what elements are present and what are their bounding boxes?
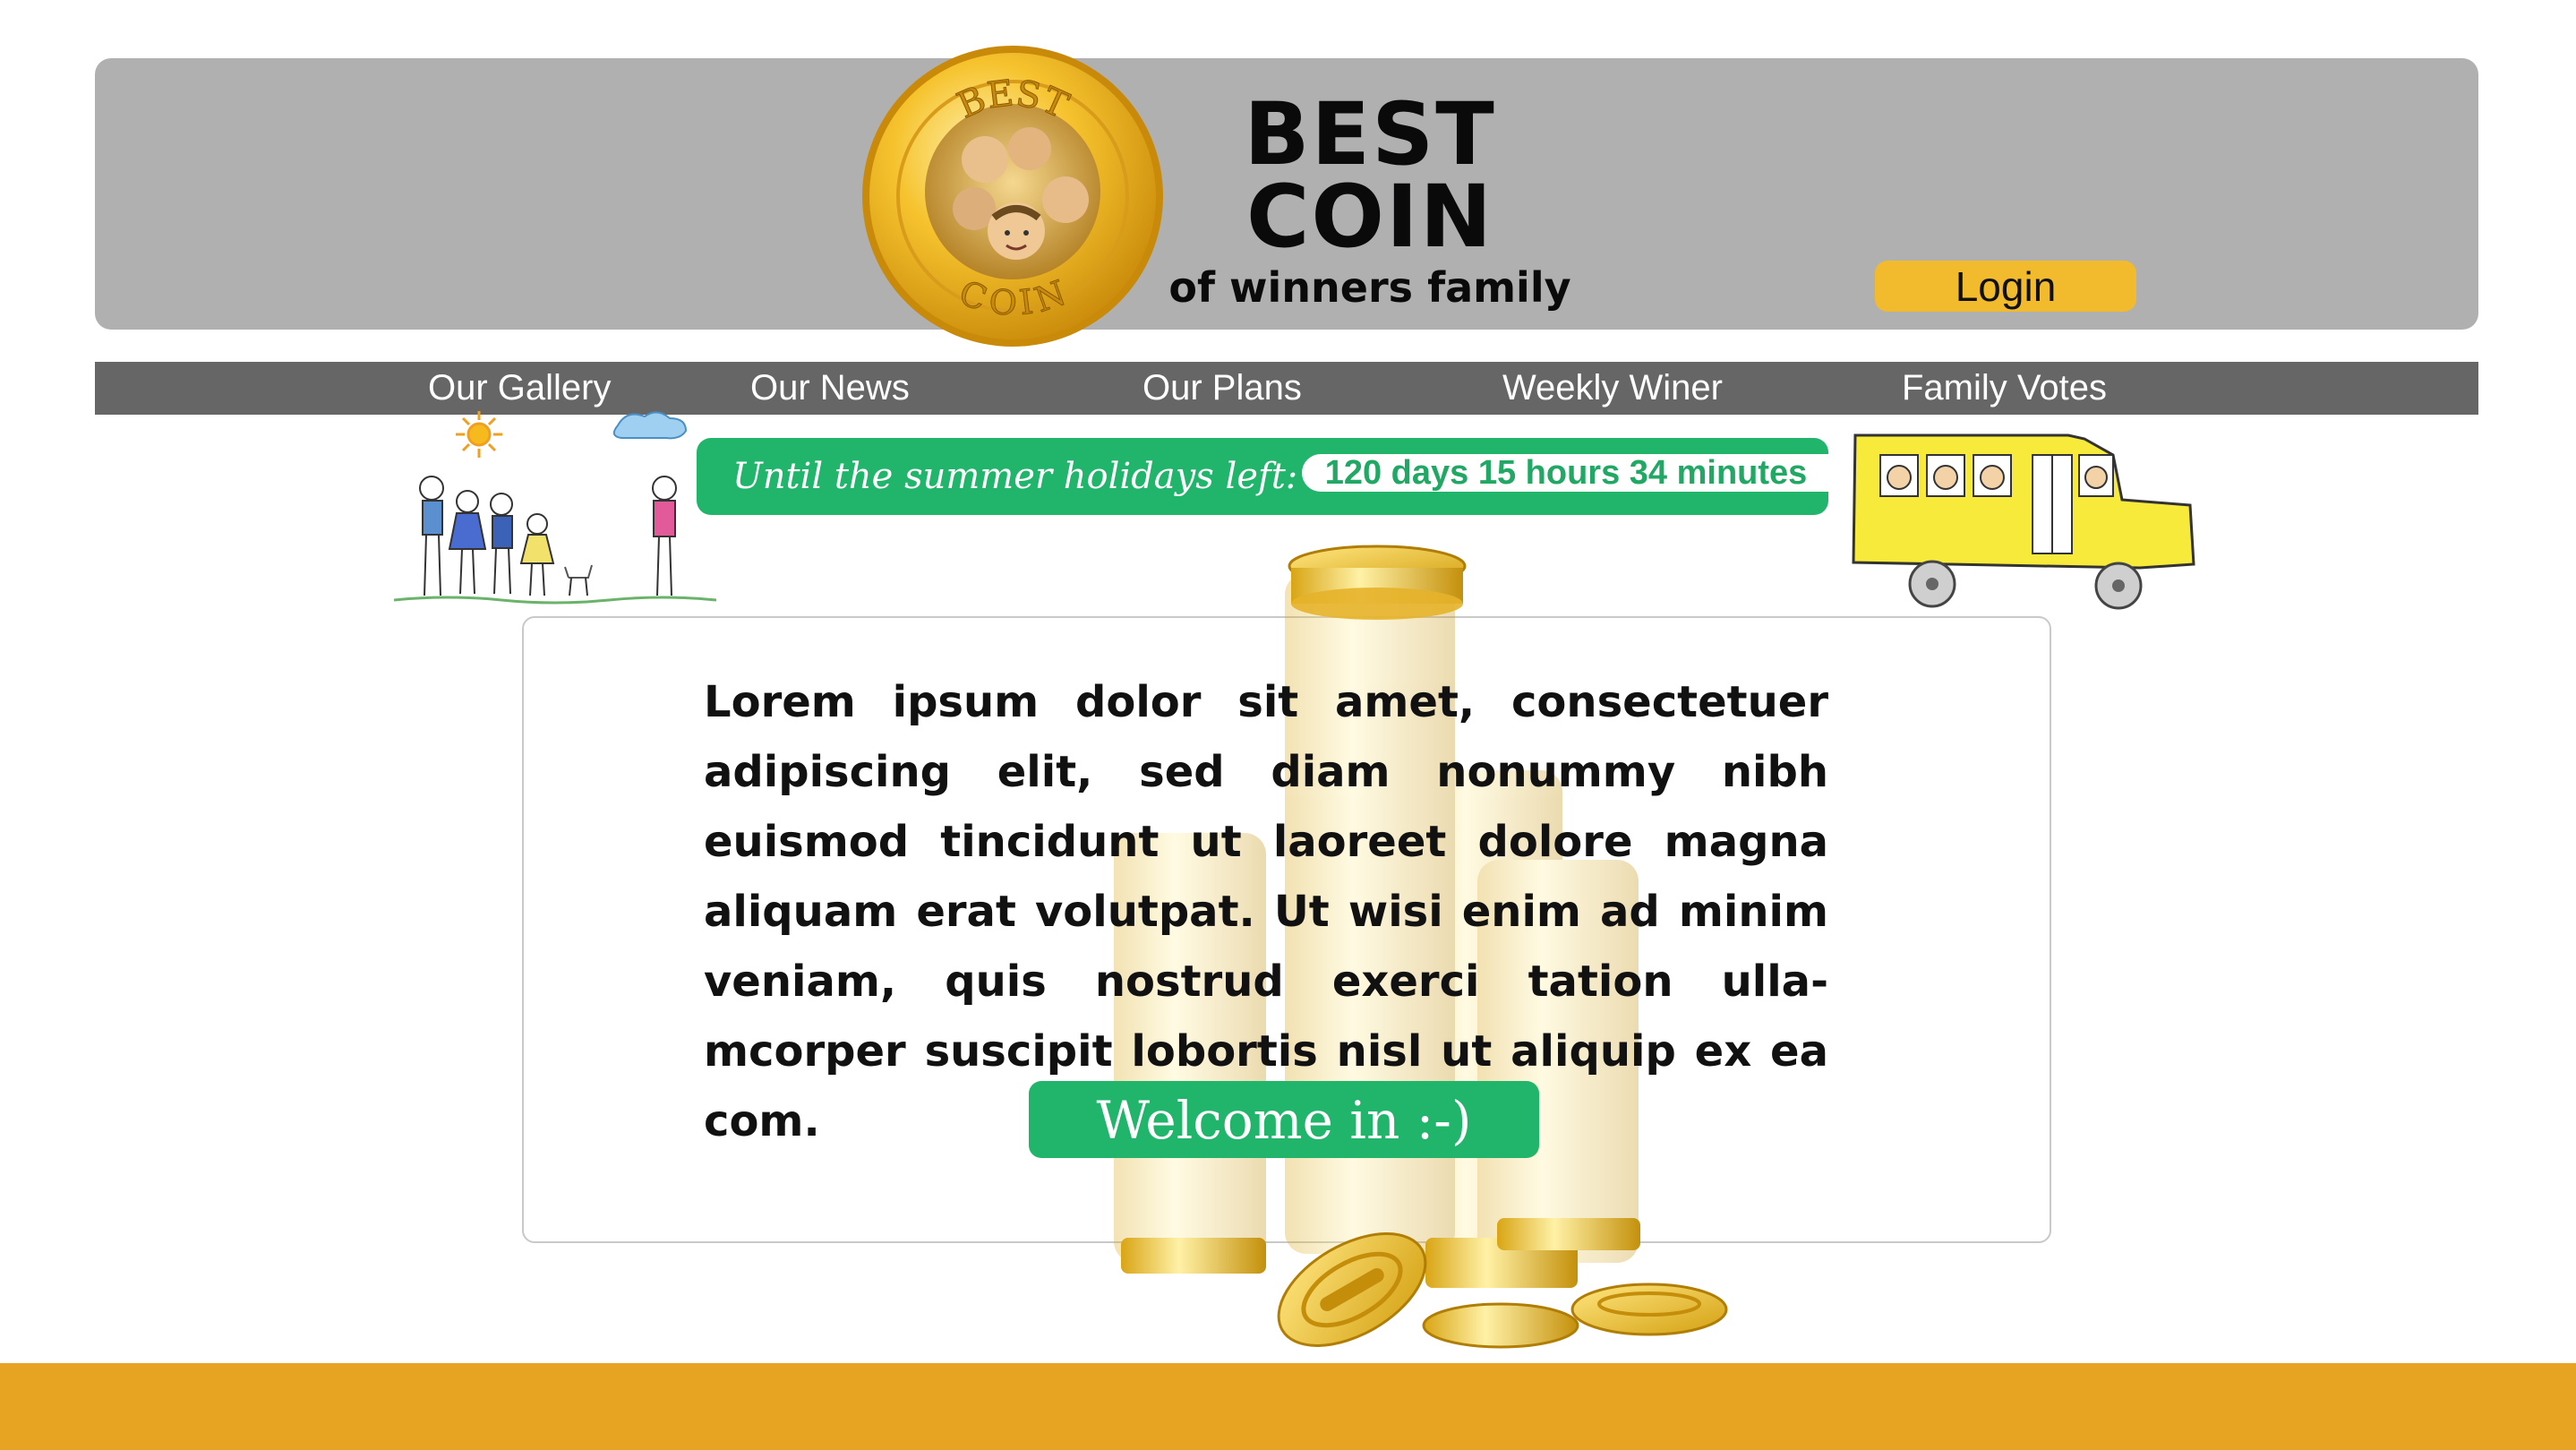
welcome-button[interactable]: Welcome in :-) — [1029, 1081, 1539, 1158]
footer-bar — [0, 1363, 2576, 1450]
nav-item-weekly-winer[interactable]: Weekly Winer — [1502, 362, 1723, 415]
nav-item-our-news[interactable]: Our News — [750, 362, 910, 415]
brand-title: BEST COIN — [1200, 84, 1540, 267]
brand-tagline: of winners family — [1168, 263, 1571, 312]
best-coin-logo[interactable]: BEST COIN — [860, 43, 1166, 349]
nav-item-our-plans[interactable]: Our Plans — [1143, 362, 1302, 415]
login-button[interactable]: Login — [1875, 261, 2136, 312]
countdown-banner: Until the summer holidays left: 120 days… — [697, 438, 1830, 515]
brand-title-line2: COIN — [1245, 167, 1494, 267]
nav-item-family-votes[interactable]: Family Votes — [1902, 362, 2107, 415]
brand-title-line1: BEST — [1244, 84, 1496, 184]
kids-family-drawing-icon — [394, 411, 716, 605]
countdown-value: 120 days 15 hours 34 minutes — [1302, 454, 1830, 492]
school-bus-drawing-icon — [1852, 433, 2195, 610]
countdown-label: Until the summer holidays left: — [732, 456, 1298, 497]
page: BEST COIN BEST COIN of winners family Lo… — [0, 0, 2576, 1450]
